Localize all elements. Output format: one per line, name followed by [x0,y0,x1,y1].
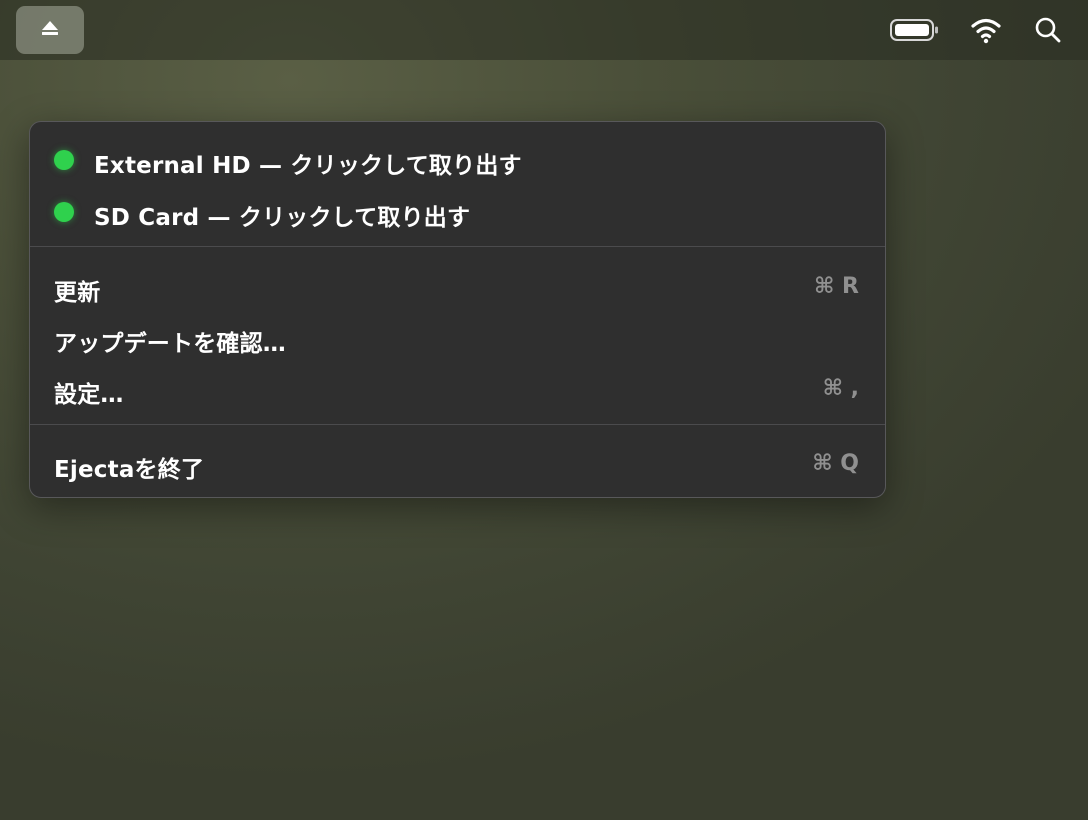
eject-dropdown-menu: External HD — クリックして取り出す SD Card — クリックし… [29,121,886,498]
drive-label: External HD — クリックして取り出す [94,153,522,179]
search-icon[interactable] [1030,14,1066,46]
menu-separator [30,246,885,247]
battery-icon[interactable] [888,14,940,46]
menu-item-check-updates[interactable]: アップデートを確認… [30,314,885,360]
menu-item-refresh[interactable]: 更新 ⌘ R [30,263,885,309]
menu-item-eject-external-hd[interactable]: External HD — クリックして取り出す [30,136,885,182]
drive-label: SD Card — クリックして取り出す [94,205,471,231]
settings-shortcut: ⌘ , [822,376,859,401]
wifi-icon[interactable] [968,14,1004,46]
menu-item-quit[interactable]: Ejectaを終了 ⌘ Q [30,440,885,486]
eject-icon [39,18,61,42]
menu-item-eject-sd-card[interactable]: SD Card — クリックして取り出す [30,188,885,234]
menu-item-settings[interactable]: 設定… ⌘ , [30,365,885,411]
check-updates-label: アップデートを確認… [54,331,286,357]
drive-status-indicator [54,202,74,222]
refresh-label: 更新 [54,280,101,306]
settings-label: 設定… [54,382,124,408]
quit-shortcut: ⌘ Q [812,451,859,476]
menu-separator [30,424,885,425]
eject-menu-button[interactable] [16,6,84,54]
quit-label: Ejectaを終了 [54,457,205,483]
drive-status-indicator [54,150,74,170]
menu-bar [0,0,1088,60]
refresh-shortcut: ⌘ R [813,274,859,299]
